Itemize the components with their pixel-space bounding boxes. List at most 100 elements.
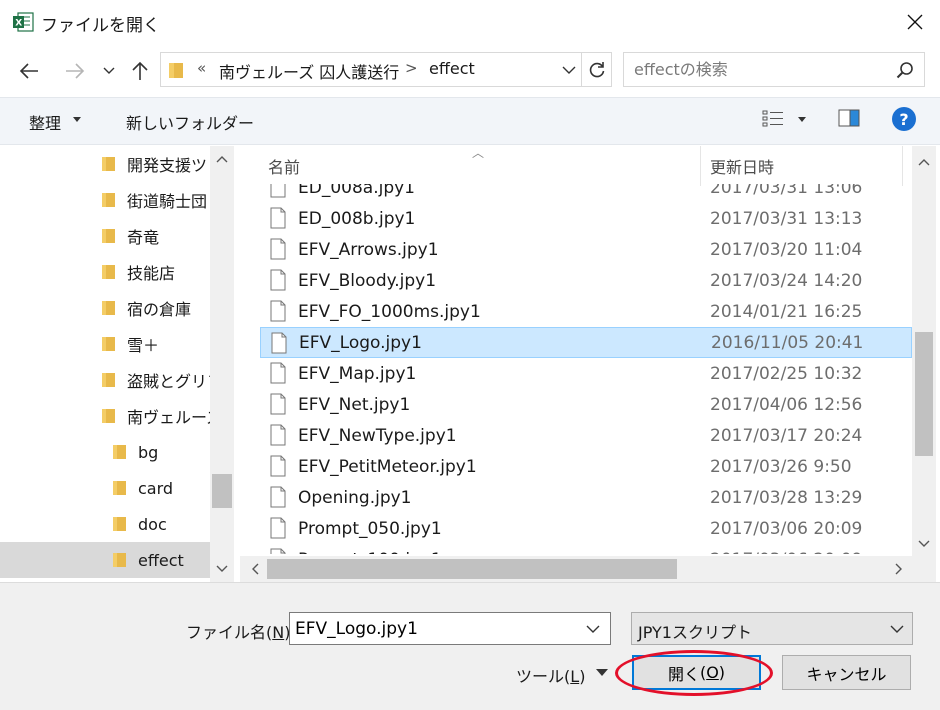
sidebar-item-label: 街道騎士団	[127, 192, 208, 211]
search-icon[interactable]	[896, 61, 914, 83]
chevron-up-icon	[216, 156, 228, 163]
scroll-down-button[interactable]	[210, 556, 234, 582]
arrow-left-icon	[19, 63, 38, 79]
file-row[interactable]: ED_008a.jpy1 2017/03/31 13:06	[260, 184, 912, 203]
folder-icon	[102, 193, 115, 207]
file-date: 2017/03/31 13:13	[710, 208, 863, 229]
sidebar-scrollbar[interactable]	[210, 146, 234, 582]
file-date: 2017/03/31 13:06	[710, 184, 863, 198]
file-date: 2014/01/21 16:25	[710, 301, 863, 322]
address-overflow[interactable]: «	[197, 59, 206, 77]
file-row[interactable]: Prompt_050.jpy1 2017/03/06 20:09	[260, 513, 912, 544]
caret-down-icon[interactable]	[596, 669, 608, 676]
horizontal-scroll-thumb[interactable]	[267, 559, 677, 579]
file-icon	[270, 455, 286, 477]
new-folder-button[interactable]: 新しいフォルダー	[126, 110, 254, 134]
view-options-caret-icon[interactable]	[798, 117, 806, 122]
scroll-left-button[interactable]	[244, 556, 266, 582]
close-button[interactable]	[895, 4, 935, 40]
sidebar-item[interactable]: 雪＋	[0, 326, 210, 362]
file-list-horizontal-scrollbar[interactable]	[240, 556, 912, 582]
refresh-button[interactable]	[581, 53, 612, 86]
sidebar-item-label: card	[138, 478, 174, 498]
file-row[interactable]: EFV_Arrows.jpy1 2017/03/20 11:04	[260, 234, 912, 265]
filetype-select[interactable]: JPY1スクリプト	[631, 612, 913, 645]
sidebar-item[interactable]: 盗賊とグリフ	[0, 362, 210, 398]
preview-pane-icon[interactable]	[838, 108, 860, 132]
chevron-down-icon[interactable]	[586, 621, 600, 640]
sidebar-item[interactable]: 奇竜	[0, 218, 210, 254]
sidebar-item[interactable]: card	[0, 470, 210, 506]
file-icon	[270, 517, 286, 539]
address-dropdown-button[interactable]	[557, 53, 581, 86]
file-row[interactable]: EFV_FO_1000ms.jpy1 2014/01/21 16:25	[260, 296, 912, 327]
organize-button[interactable]: 整理	[29, 110, 61, 134]
breadcrumb-parent[interactable]: 南ヴェルーズ 囚人護送行	[219, 59, 399, 83]
search-input[interactable]	[624, 53, 884, 86]
chevron-down-icon	[562, 66, 576, 74]
file-date: 2017/03/28 13:29	[710, 487, 863, 508]
chevron-left-icon	[252, 563, 259, 575]
close-icon	[907, 14, 923, 30]
file-icon	[270, 207, 286, 229]
recent-locations-button[interactable]	[96, 57, 122, 85]
folder-icon	[102, 157, 115, 171]
sidebar-item[interactable]: 宿の倉庫	[0, 290, 210, 326]
folder-icon	[113, 481, 126, 495]
file-row[interactable]: ED_008b.jpy1 2017/03/31 13:13	[260, 203, 912, 234]
file-row[interactable]: EFV_PetitMeteor.jpy1 2017/03/26 9:50	[260, 451, 912, 482]
file-date: 2017/03/06 20:09	[710, 550, 862, 555]
file-name: Opening.jpy1	[298, 487, 412, 508]
file-date: 2017/03/26 9:50	[710, 456, 852, 477]
sidebar-item[interactable]: bg	[0, 434, 210, 470]
address-bar[interactable]: « 南ヴェルーズ 囚人護送行 > effect	[160, 52, 612, 87]
sidebar-item-label: bg	[138, 442, 159, 462]
column-header-name[interactable]: 名前	[268, 146, 300, 186]
sidebar-scroll-thumb[interactable]	[212, 474, 232, 508]
file-row[interactable]: Opening.jpy1 2017/03/28 13:29	[260, 482, 912, 513]
sidebar-item[interactable]: 技能店	[0, 254, 210, 290]
sidebar-item-label: 宿の倉庫	[127, 300, 192, 319]
filename-combobox[interactable]	[289, 612, 611, 645]
file-list-vertical-scrollbar[interactable]	[912, 146, 936, 556]
file-row[interactable]: Prompt_100.jpy1 2017/03/06 20:09	[260, 544, 912, 554]
filename-input[interactable]	[290, 613, 580, 644]
breadcrumb-separator[interactable]: >	[405, 59, 418, 77]
sidebar-item[interactable]: effect	[0, 542, 210, 578]
file-row[interactable]: EFV_Bloody.jpy1 2017/03/24 14:20	[260, 265, 912, 296]
file-row[interactable]: EFV_Net.jpy1 2017/04/06 12:56	[260, 389, 912, 420]
column-divider[interactable]	[700, 146, 701, 186]
breadcrumb-current[interactable]: effect	[429, 59, 475, 78]
sidebar-item[interactable]: 開発支援ツ	[0, 146, 210, 182]
cancel-button[interactable]: キャンセル	[782, 655, 911, 690]
column-header-date[interactable]: 更新日時	[710, 146, 774, 186]
file-date: 2016/11/05 20:41	[711, 332, 864, 353]
file-name: ED_008b.jpy1	[298, 208, 416, 229]
sidebar-item[interactable]: 街道騎士団	[0, 182, 210, 218]
sidebar-item[interactable]: doc	[0, 506, 210, 542]
file-row[interactable]: EFV_Map.jpy1 2017/02/25 10:32	[260, 358, 912, 389]
scroll-up-button[interactable]	[210, 146, 234, 172]
up-button[interactable]	[126, 57, 154, 85]
sidebar-item[interactable]: 南ヴェルーズ	[0, 398, 210, 434]
window-title: ファイルを開く	[41, 16, 160, 36]
file-row[interactable]: EFV_Logo.jpy1 2016/11/05 20:41	[260, 327, 912, 358]
scroll-down-button[interactable]	[912, 532, 936, 556]
help-button[interactable]: ?	[892, 107, 916, 131]
search-box[interactable]	[623, 52, 925, 87]
column-divider[interactable]	[902, 146, 903, 186]
file-row[interactable]: EFV_NewType.jpy1 2017/03/17 20:24	[260, 420, 912, 451]
tools-button[interactable]: ツール(L)	[516, 663, 585, 687]
file-name: EFV_Logo.jpy1	[299, 332, 422, 353]
vertical-scroll-thumb[interactable]	[915, 332, 933, 456]
chevron-down-icon	[890, 621, 904, 640]
open-button[interactable]: 開く(O)	[632, 655, 761, 690]
scroll-up-button[interactable]	[912, 150, 936, 174]
back-button[interactable]	[15, 57, 43, 85]
forward-button[interactable]	[61, 57, 89, 85]
file-name: Prompt_050.jpy1	[298, 518, 442, 539]
scroll-right-button[interactable]	[888, 556, 910, 582]
view-details-icon[interactable]	[762, 109, 784, 133]
svg-text:X: X	[15, 19, 22, 29]
navigation-pane: 開発支援ツ街道騎士団奇竜技能店宿の倉庫雪＋ 盗賊とグリフ南ヴェルーズ bg card d…	[0, 146, 236, 582]
